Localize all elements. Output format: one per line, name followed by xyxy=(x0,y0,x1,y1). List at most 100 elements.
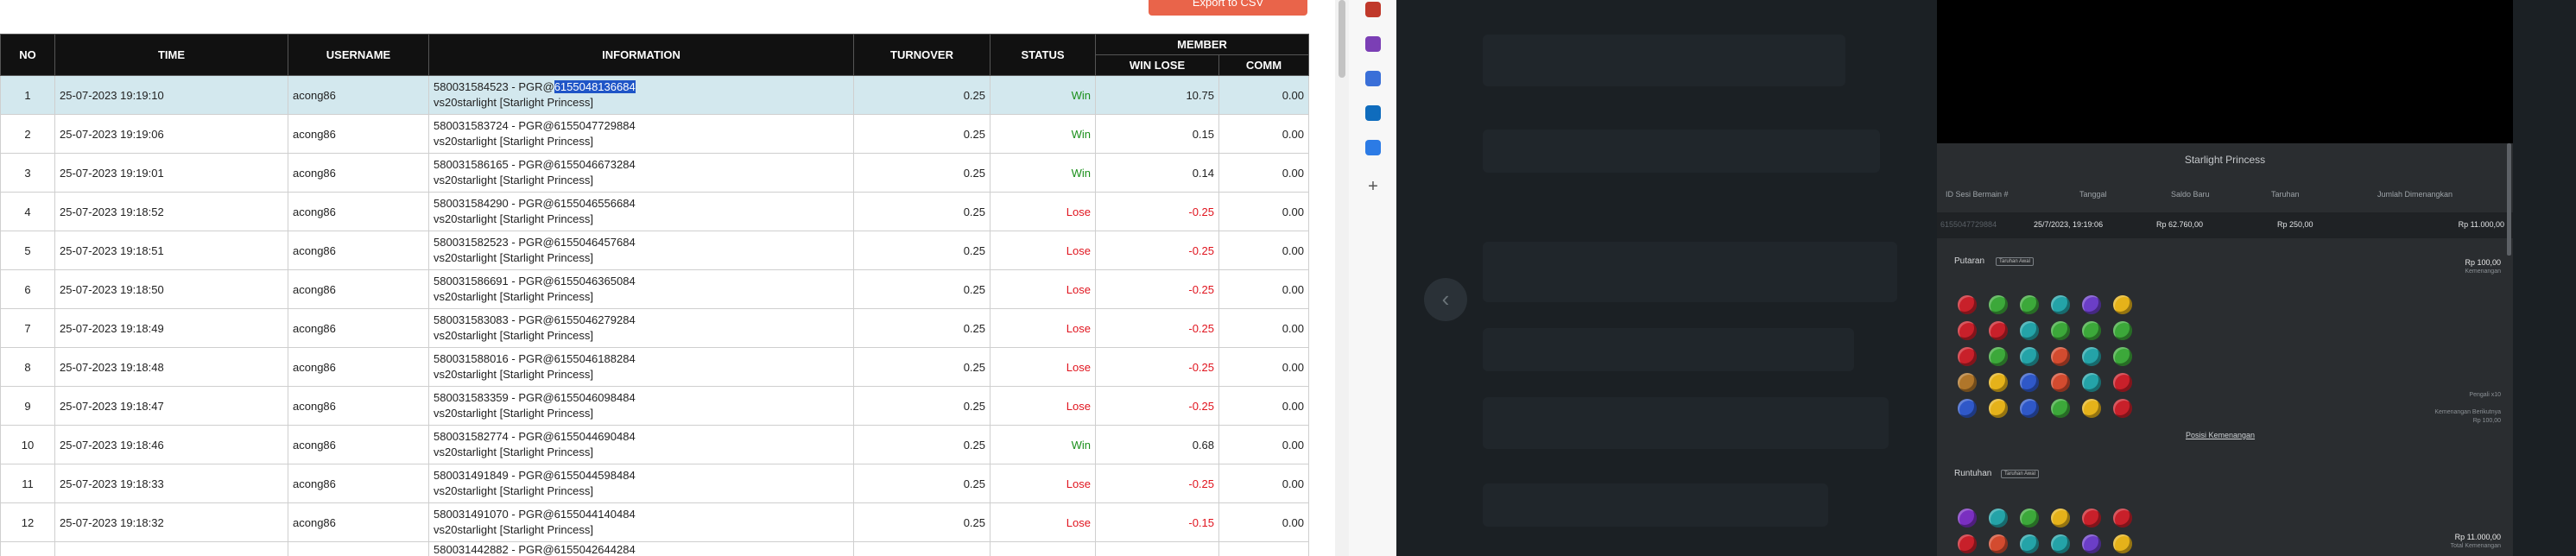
row-username: acong86 xyxy=(288,75,429,115)
table-row[interactable]: 2 25-07-2023 19:19:06 acong86 580031583724 … xyxy=(0,114,1309,154)
row-information[interactable]: 580031586165 - PGR@6155046673284 vs20star… xyxy=(428,153,854,193)
table-row[interactable]: 5 25-07-2023 19:18:51 acong86 580031582523 … xyxy=(0,231,1309,270)
row-information[interactable]: 580031586691 - PGR@6155046365084 vs20star… xyxy=(428,269,854,309)
export-button[interactable]: Export to CSV xyxy=(1149,0,1307,16)
green-gem-icon xyxy=(2051,399,2070,418)
row-win-lose: -0.25 xyxy=(1095,464,1219,503)
col-header-comm[interactable]: COMM xyxy=(1218,54,1309,76)
spin-tag: Taruhan Awal xyxy=(1996,257,2034,266)
outlook-icon[interactable] xyxy=(1365,105,1381,121)
history-row[interactable] xyxy=(1937,212,2513,238)
row-info-game: vs20starlight [Starlight Princess] xyxy=(434,290,593,303)
row-comm: 0.00 xyxy=(1218,308,1309,348)
col-header-no[interactable]: NO xyxy=(0,34,55,76)
row-info-game: vs20starlight [Starlight Princess] xyxy=(434,174,593,186)
teal-gem-icon xyxy=(1989,509,2008,528)
col-header-information[interactable]: INFORMATION xyxy=(428,34,854,76)
green-gem-icon xyxy=(1989,295,2008,314)
row-time xyxy=(54,541,288,556)
row-information[interactable]: 580031491849 - PGR@6155044598484 vs20star… xyxy=(428,464,854,503)
row-win-lose: -0.25 xyxy=(1095,386,1219,426)
table-row[interactable]: 11 25-07-2023 19:18:33 acong86 580031491849… xyxy=(0,464,1309,503)
col-header-time[interactable]: TIME xyxy=(54,34,288,76)
table-row[interactable]: 12 25-07-2023 19:18:32 acong86 580031491070… xyxy=(0,502,1309,542)
col-session: ID Sesi Bermain # xyxy=(1946,190,2009,199)
red-gem-icon xyxy=(2082,509,2101,528)
row-username: acong86 xyxy=(288,347,429,387)
row-time: 25-07-2023 19:18:50 xyxy=(54,269,288,309)
table-row[interactable]: 3 25-07-2023 19:19:01 acong86 580031586165 … xyxy=(0,153,1309,193)
row-information[interactable]: 580031491070 - PGR@6155044140484 vs20star… xyxy=(428,502,854,542)
row-win-lose: 0.14 xyxy=(1095,153,1219,193)
col-header-turnover[interactable]: TURNOVER xyxy=(853,34,991,76)
history-date: 25/7/2023, 19:19:06 xyxy=(2034,220,2104,229)
game-title: Starlight Princess xyxy=(2184,154,2266,166)
col-header-win-lose[interactable]: WIN LOSE xyxy=(1095,54,1219,76)
table-row[interactable]: 7 25-07-2023 19:18:49 acong86 580031583083 … xyxy=(0,308,1309,348)
row-username: acong86 xyxy=(288,464,429,503)
row-information[interactable]: 580031588016 - PGR@6155046188284 vs20star… xyxy=(428,347,854,387)
green-gem-icon xyxy=(2113,347,2132,366)
row-username: acong86 xyxy=(288,153,429,193)
row-username: acong86 xyxy=(288,114,429,154)
row-comm: 0.00 xyxy=(1218,269,1309,309)
col-bet: Taruhan xyxy=(2271,190,2300,199)
row-info-id: 580031491070 - PGR@6155044140484 xyxy=(434,508,636,521)
people-icon[interactable] xyxy=(1365,36,1381,52)
video-area xyxy=(1937,0,2513,143)
blue-gem-icon xyxy=(2020,399,2039,418)
row-info-id: 580031584290 - PGR@6155046556684 xyxy=(434,197,636,210)
row-username: acong86 xyxy=(288,308,429,348)
col-header-status[interactable]: STATUS xyxy=(990,34,1096,76)
red-gem-icon xyxy=(2113,509,2132,528)
row-info-game: vs20starlight [Starlight Princess] xyxy=(434,135,593,148)
row-info-id: 580031586165 - PGR@6155046673284 xyxy=(434,158,636,171)
tumble-label: Runtuhan xyxy=(1954,469,1992,478)
row-information[interactable]: 580031584290 - PGR@6155046556684 vs20star… xyxy=(428,192,854,231)
row-time: 25-07-2023 19:18:48 xyxy=(54,347,288,387)
table-row[interactable]: 580031442882 - PGR@6155042644284 xyxy=(0,541,1309,556)
shopping-icon[interactable] xyxy=(1365,140,1381,155)
scrollbar-thumb[interactable] xyxy=(1339,0,1345,78)
history-scrollbar[interactable] xyxy=(2507,143,2511,256)
row-information[interactable]: 580031442882 - PGR@6155042644284 xyxy=(428,541,854,556)
green-gem-icon xyxy=(1989,347,2008,366)
row-info-id: 580031583359 - PGR@6155046098484 xyxy=(434,391,636,404)
back-arrow-icon[interactable]: ‹ xyxy=(1424,278,1467,321)
payout-positions-link[interactable]: Posisi Kemenangan xyxy=(2186,431,2255,439)
row-information[interactable]: 580031583083 - PGR@6155046279284 vs20star… xyxy=(428,308,854,348)
teal-gem-icon xyxy=(2051,534,2070,553)
table-row[interactable]: 4 25-07-2023 19:18:52 acong86 580031584290 … xyxy=(0,192,1309,231)
row-information[interactable]: 580031583724 - PGR@6155047729884 vs20star… xyxy=(428,114,854,154)
col-header-username[interactable]: USERNAME xyxy=(288,34,429,76)
yellow-gem-icon xyxy=(2113,295,2132,314)
row-information[interactable]: 580031582523 - PGR@6155046457684 vs20star… xyxy=(428,231,854,270)
orb-gem-icon xyxy=(1958,509,1977,528)
row-no: 8 xyxy=(0,347,55,387)
row-information[interactable]: 580031583359 - PGR@6155046098484 vs20star… xyxy=(428,386,854,426)
table-row[interactable]: 9 25-07-2023 19:18:47 acong86 580031583359 … xyxy=(0,386,1309,426)
table-row[interactable]: 8 25-07-2023 19:18:48 acong86 580031588016 … xyxy=(0,347,1309,387)
row-info-id: 580031582774 - PGR@6155044690484 xyxy=(434,430,636,443)
table-row[interactable]: 10 25-07-2023 19:18:46 acong86 580031582774… xyxy=(0,425,1309,464)
row-win-lose: 0.68 xyxy=(1095,425,1219,464)
row-turnover: 0.25 xyxy=(853,192,991,231)
col-wins: Jumlah Dimenangkan xyxy=(2377,190,2453,199)
add-icon[interactable]: + xyxy=(1365,178,1381,195)
toolbox-icon[interactable] xyxy=(1365,2,1381,17)
row-username: acong86 xyxy=(288,192,429,231)
row-time: 25-07-2023 19:18:32 xyxy=(54,502,288,542)
table-row[interactable]: 1 25-07-2023 19:19:10 acong86 580031584523 … xyxy=(0,75,1309,115)
row-information[interactable]: 580031582774 - PGR@6155044690484 vs20star… xyxy=(428,425,854,464)
row-username: acong86 xyxy=(288,386,429,426)
row-turnover: 0.25 xyxy=(853,464,991,503)
yellow-gem-icon xyxy=(2082,399,2101,418)
table-row[interactable]: 6 25-07-2023 19:18:50 acong86 580031586691 … xyxy=(0,269,1309,309)
pink-gem-icon xyxy=(1989,534,2008,553)
row-turnover: 0.25 xyxy=(853,114,991,154)
row-information[interactable]: 580031584523 - PGR@6155048136684 vs20star… xyxy=(428,75,854,115)
page-scrollbar[interactable] xyxy=(1335,0,1349,556)
browser-extension-icon[interactable] xyxy=(1365,71,1381,86)
col-date: Tanggal xyxy=(2079,190,2107,199)
history-balance: Rp 62.760,00 xyxy=(2156,220,2204,229)
